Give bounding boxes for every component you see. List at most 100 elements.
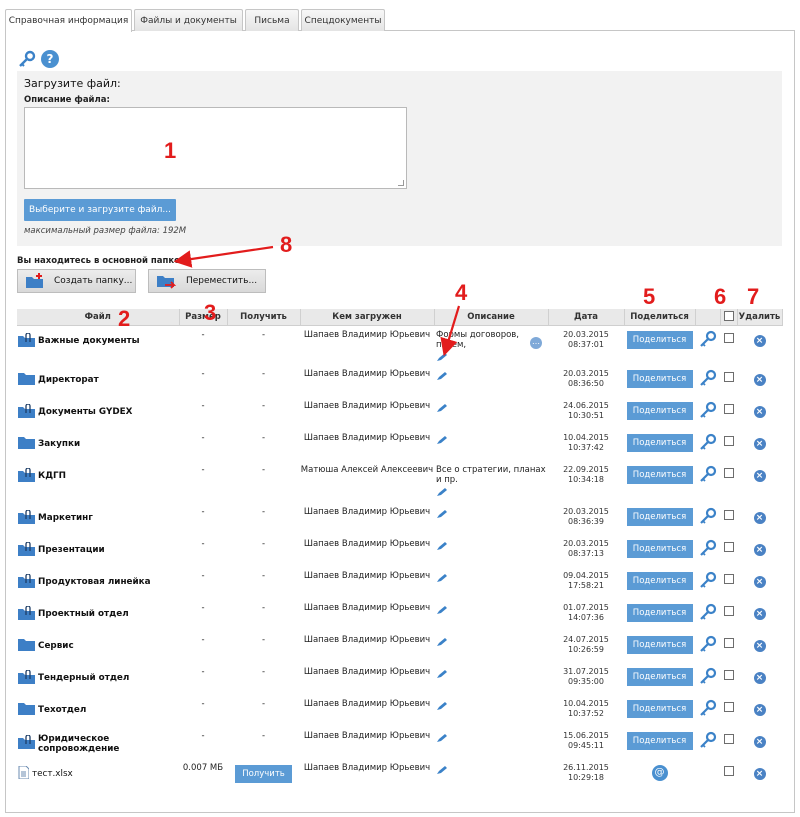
file-name[interactable]: тест.xlsx — [32, 769, 73, 779]
col-select-all[interactable] — [720, 309, 738, 326]
row-checkbox[interactable] — [723, 733, 734, 744]
share-button[interactable]: Поделиться — [626, 433, 693, 452]
access-key-icon[interactable] — [699, 571, 717, 592]
row-checkbox[interactable] — [723, 467, 734, 478]
file-name-cell[interactable]: КДГП — [17, 461, 179, 503]
share-button[interactable]: Поделиться — [626, 603, 693, 622]
col-uploaded-by[interactable]: Кем загружен — [300, 309, 435, 326]
access-key-icon[interactable] — [699, 433, 717, 454]
edit-description-icon[interactable] — [436, 573, 448, 586]
row-checkbox[interactable] — [723, 435, 734, 446]
access-key-icon[interactable] — [699, 539, 717, 560]
row-checkbox[interactable] — [723, 371, 734, 382]
choose-upload-button[interactable]: Выберите и загрузите файл... — [24, 199, 176, 221]
file-name-cell[interactable]: Документы GYDEX — [17, 397, 179, 429]
row-checkbox[interactable] — [723, 701, 734, 712]
file-name-cell[interactable]: Закупки — [17, 429, 179, 461]
file-name-cell[interactable]: Важные документы — [17, 325, 179, 365]
delete-icon[interactable]: × — [753, 671, 766, 684]
access-key-icon[interactable] — [699, 635, 717, 656]
access-key-icon[interactable] — [699, 507, 717, 528]
create-folder-button[interactable]: Создать папку... — [17, 269, 136, 293]
share-button[interactable]: Поделиться — [626, 465, 693, 484]
file-name-cell[interactable]: тест.xlsx — [17, 759, 179, 791]
access-key-icon[interactable] — [699, 465, 717, 486]
share-button[interactable]: Поделиться — [626, 539, 693, 558]
file-name-cell[interactable]: Техотдел — [17, 695, 179, 727]
file-name[interactable]: Важные документы — [38, 336, 140, 346]
row-checkbox[interactable] — [723, 509, 734, 520]
file-name-cell[interactable]: Маркетинг — [17, 503, 179, 535]
col-file[interactable]: Файл — [17, 309, 180, 326]
col-date[interactable]: Дата — [548, 309, 625, 326]
col-description[interactable]: Описание — [434, 309, 549, 326]
file-name[interactable]: Закупки — [38, 439, 80, 449]
file-description-textarea[interactable] — [24, 107, 407, 189]
edit-description-icon[interactable] — [436, 669, 448, 682]
file-name[interactable]: Документы GYDEX — [38, 407, 132, 417]
move-button[interactable]: Переместить... — [148, 269, 266, 293]
access-key-icon[interactable] — [699, 401, 717, 422]
delete-icon[interactable]: × — [753, 607, 766, 620]
delete-icon[interactable]: × — [753, 735, 766, 748]
delete-icon[interactable]: × — [753, 639, 766, 652]
row-checkbox[interactable] — [723, 637, 734, 648]
edit-description-icon[interactable] — [436, 701, 448, 714]
edit-description-icon[interactable] — [436, 637, 448, 650]
file-name-cell[interactable]: Директорат — [17, 365, 179, 397]
file-name-cell[interactable]: Юридическое сопровождение — [17, 727, 179, 759]
row-checkbox[interactable] — [723, 332, 734, 343]
access-key-icon[interactable] — [699, 699, 717, 720]
file-name[interactable]: Техотдел — [38, 705, 86, 715]
tab-reference-info[interactable]: Справочная информация — [5, 9, 132, 32]
edit-description-icon[interactable] — [436, 371, 448, 384]
row-checkbox[interactable] — [723, 605, 734, 616]
access-key-icon[interactable] — [699, 369, 717, 390]
delete-icon[interactable]: × — [753, 334, 766, 347]
edit-description-icon[interactable] — [436, 403, 448, 416]
row-checkbox[interactable] — [723, 541, 734, 552]
row-checkbox[interactable] — [723, 573, 734, 584]
share-button[interactable]: Поделиться — [626, 330, 693, 349]
file-name[interactable]: Юридическое сопровождение — [38, 734, 179, 754]
delete-icon[interactable]: × — [753, 437, 766, 450]
share-button[interactable]: Поделиться — [626, 369, 693, 388]
edit-description-icon[interactable] — [436, 487, 448, 500]
edit-description-icon[interactable] — [436, 605, 448, 618]
delete-icon[interactable]: × — [753, 543, 766, 556]
more-icon[interactable]: … — [530, 336, 542, 349]
file-name[interactable]: Директорат — [38, 375, 99, 385]
access-key-icon[interactable] — [699, 731, 717, 752]
select-all-checkbox[interactable] — [723, 311, 734, 322]
access-key-icon[interactable] — [699, 603, 717, 624]
edit-description-icon[interactable] — [436, 541, 448, 554]
share-button[interactable]: Поделиться — [626, 507, 693, 526]
file-name-cell[interactable]: Проектный отдел — [17, 599, 179, 631]
file-name[interactable]: Проектный отдел — [38, 609, 129, 619]
file-name[interactable]: Презентации — [38, 545, 105, 555]
edit-description-icon[interactable] — [436, 352, 448, 365]
email-share-icon[interactable]: @ — [651, 764, 668, 781]
access-key-icon[interactable] — [699, 330, 717, 351]
share-button[interactable]: Поделиться — [626, 401, 693, 420]
file-name[interactable]: Тендерный отдел — [38, 673, 129, 683]
file-name[interactable]: Сервис — [38, 641, 74, 651]
row-checkbox[interactable] — [723, 403, 734, 414]
share-button[interactable]: Поделиться — [626, 571, 693, 590]
tab-files-documents[interactable]: Файлы и документы — [134, 9, 243, 31]
delete-icon[interactable]: × — [753, 767, 766, 780]
share-button[interactable]: Поделиться — [626, 699, 693, 718]
file-name[interactable]: Маркетинг — [38, 513, 93, 523]
row-checkbox[interactable] — [723, 669, 734, 680]
delete-icon[interactable]: × — [753, 575, 766, 588]
file-name-cell[interactable]: Тендерный отдел — [17, 663, 179, 695]
file-name-cell[interactable]: Сервис — [17, 631, 179, 663]
tab-special-documents[interactable]: Спецдокументы — [301, 9, 385, 31]
file-name[interactable]: КДГП — [38, 471, 66, 481]
tab-letters[interactable]: Письма — [245, 9, 299, 31]
share-button[interactable]: Поделиться — [626, 635, 693, 654]
file-name[interactable]: Продуктовая линейка — [38, 577, 151, 587]
help-icon[interactable]: ? — [41, 50, 59, 68]
share-button[interactable]: Поделиться — [626, 667, 693, 686]
delete-icon[interactable]: × — [753, 511, 766, 524]
